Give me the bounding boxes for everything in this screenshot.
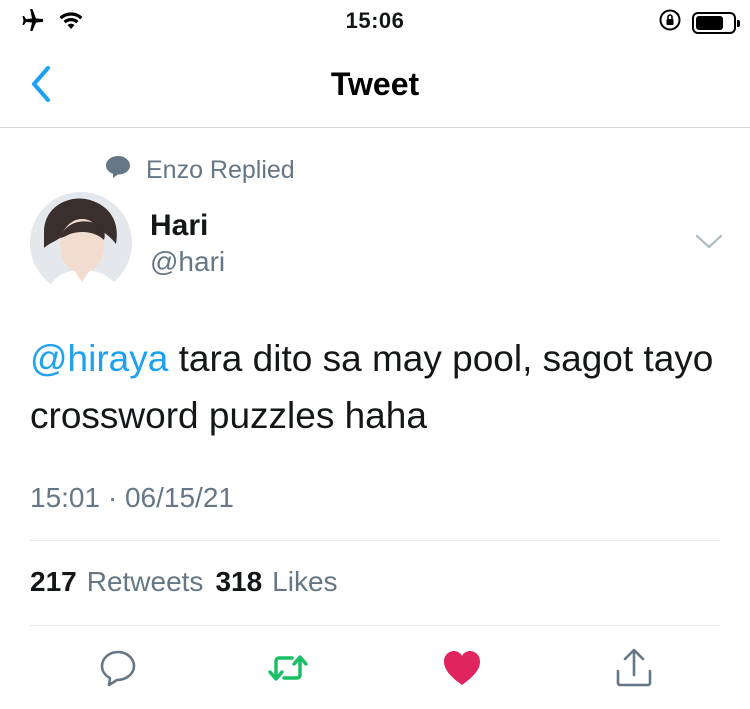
tweet-time: 15:01	[30, 482, 101, 513]
reply-context-text: Enzo Replied	[146, 156, 295, 184]
likes-stat[interactable]: 318 Likes	[215, 566, 337, 598]
tweet-stats: 217 Retweets 318 Likes	[30, 566, 338, 598]
reply-icon	[100, 650, 136, 687]
battery-level	[696, 15, 723, 30]
status-right	[658, 8, 740, 37]
likes-label: Likes	[272, 566, 338, 597]
reply-button[interactable]	[96, 646, 140, 690]
speech-bubble-icon	[104, 154, 132, 187]
like-icon	[444, 651, 480, 685]
page-title: Tweet	[330, 66, 420, 102]
orientation-lock-icon	[658, 8, 682, 37]
tweet-date: 06/15/21	[124, 482, 234, 513]
likes-count: 318	[215, 566, 263, 597]
retweet-button[interactable]	[266, 646, 310, 690]
author-name[interactable]: Hari	[150, 209, 208, 243]
like-button[interactable]	[440, 646, 484, 690]
status-time: 15:06	[345, 8, 405, 33]
divider	[30, 625, 720, 626]
retweet-icon	[268, 655, 308, 681]
timestamp: 15:01 · 06/15/21	[30, 482, 234, 514]
retweets-stat[interactable]: 217 Retweets	[30, 566, 203, 598]
reply-context[interactable]: Enzo Replied	[104, 154, 295, 187]
chevron-down-icon[interactable]	[694, 232, 724, 252]
retweets-count: 217	[30, 566, 77, 597]
timestamp-separator: ·	[107, 482, 118, 513]
retweets-label: Retweets	[86, 566, 204, 597]
tweet-text: @hiraya tara dito sa may pool, sagot tay…	[30, 330, 720, 444]
battery-icon	[692, 11, 740, 34]
status-bar: 15:06	[0, 0, 750, 42]
nav-bar: Tweet	[0, 42, 750, 128]
divider	[30, 540, 720, 541]
action-bar	[0, 640, 750, 696]
share-button[interactable]	[612, 646, 656, 690]
mention-link[interactable]: @hiraya	[30, 338, 168, 379]
avatar[interactable]	[30, 192, 132, 294]
author-handle[interactable]: @hari	[150, 246, 225, 278]
share-icon	[616, 648, 652, 687]
